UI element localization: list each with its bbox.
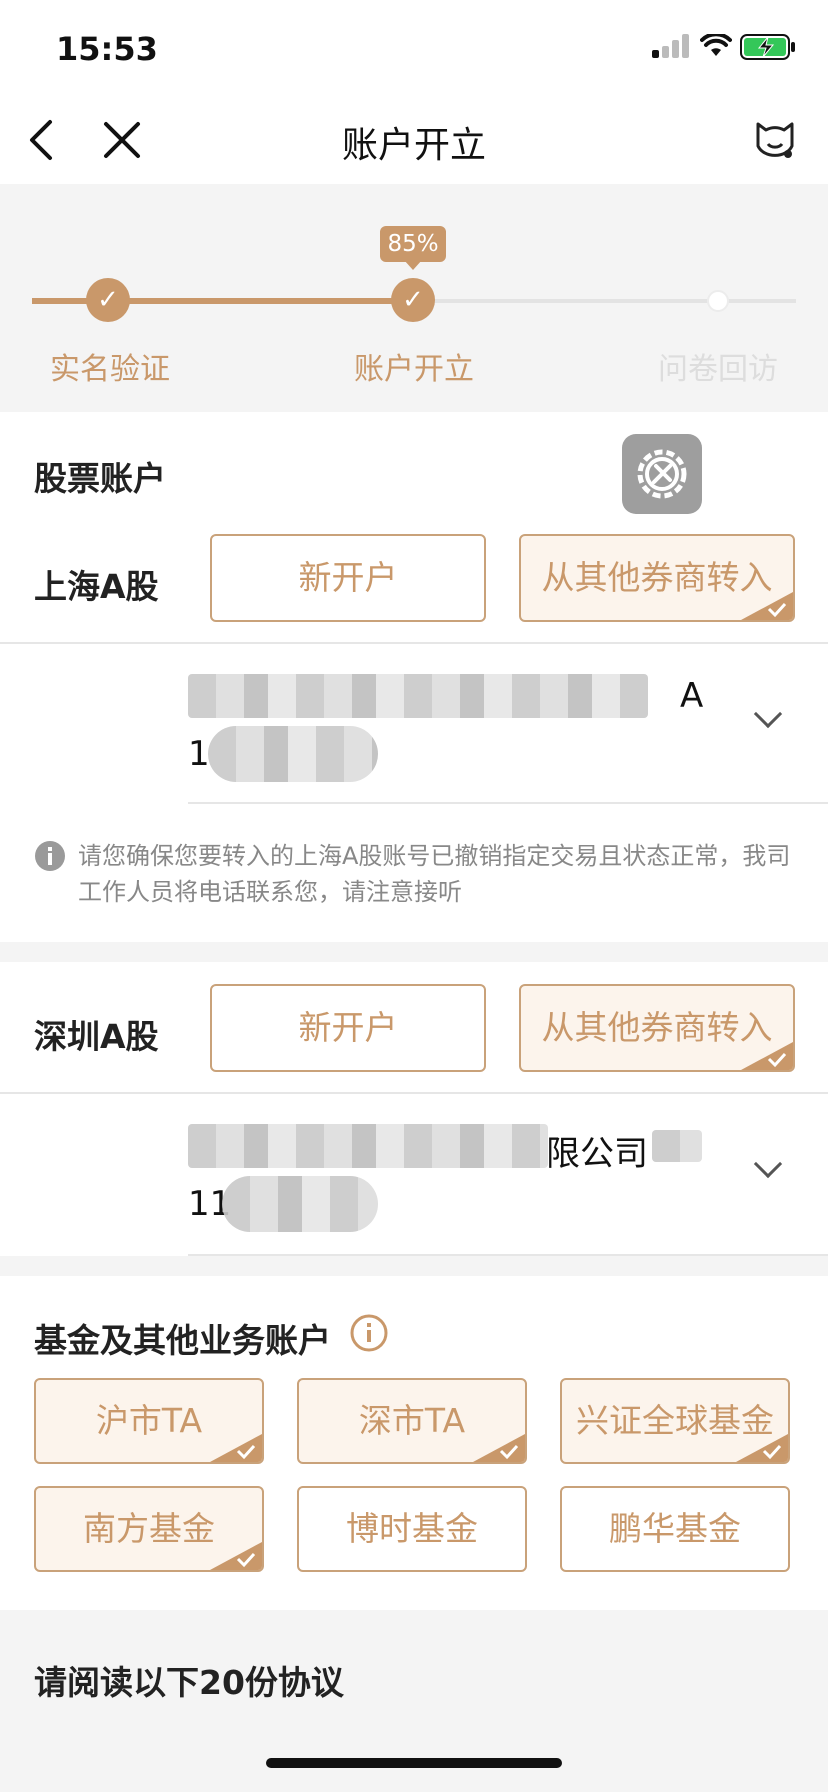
progress-badge-pointer [404,260,422,270]
fund-option-label: 南方基金 [83,1509,215,1548]
sz-a-label: 深圳A股 [34,1017,159,1056]
progress-track-remaining [412,299,796,303]
section-separator-1 [0,942,828,962]
fund-option-sh-ta[interactable]: 沪市TA [34,1378,264,1464]
sh-broker-dropdown-chevron-icon[interactable] [753,699,783,729]
sz-new-account-label: 新开户 [298,1008,398,1047]
sh-new-account-label: 新开户 [298,558,398,597]
fund-option-boshi[interactable]: 博时基金 [297,1486,527,1572]
selected-check-icon [741,592,793,620]
step-2-check-icon: ✓ [391,278,435,322]
sh-broker-suffix: A [680,676,704,716]
wifi-icon [700,34,732,56]
fund-option-penghua[interactable]: 鹏华基金 [560,1486,790,1572]
sh-a-label: 上海A股 [34,567,159,606]
selected-check-icon [473,1434,525,1462]
selected-check-icon [210,1434,262,1462]
settings-tool-icon[interactable] [622,434,702,514]
step-label-2: 账户开立 [354,352,474,387]
sh-account-number-redacted [208,726,378,782]
sz-divider-top [0,1092,828,1094]
sz-transfer-label: 从其他券商转入 [541,1008,773,1047]
fund-option-label: 沪市TA [95,1401,203,1440]
battery-charging-icon [740,34,795,60]
status-time: 15:53 [56,30,158,68]
sh-divider-top [0,642,828,644]
sh-transfer-note: 请您确保您要转入的上海A股账号已撤销指定交易且状态正常，我司工作人员将电话联系您… [78,842,791,906]
selected-check-icon [741,1042,793,1070]
step-3-dot-icon [707,290,729,312]
home-indicator [266,1758,562,1768]
fund-option-nanfang[interactable]: 南方基金 [34,1486,264,1572]
progress-percent-badge: 85% [380,226,446,262]
sh-new-account-button[interactable]: 新开户 [210,534,486,622]
sh-account-prefix: 1 [188,734,210,774]
sz-new-account-button[interactable]: 新开户 [210,984,486,1072]
sz-account-number-redacted [222,1176,378,1232]
selected-check-icon [210,1542,262,1570]
customer-service-icon[interactable] [752,116,798,162]
selected-check-icon [736,1434,788,1462]
sz-broker-name-redacted [188,1124,548,1168]
fund-option-label: 深市TA [358,1401,466,1440]
sz-broker-dropdown-chevron-icon[interactable] [753,1149,783,1179]
agreements-title: 请阅读以下20份协议 [34,1663,344,1702]
fund-option-sz-ta[interactable]: 深市TA [297,1378,527,1464]
section-separator-2 [0,1256,828,1276]
sh-broker-name-redacted [188,674,648,718]
fund-account-title: 基金及其他业务账户 [34,1321,331,1360]
fund-option-label: 鹏华基金 [609,1509,741,1548]
sz-broker-tail-redacted [652,1130,702,1162]
sz-broker-suffix: 限公司 [546,1134,648,1174]
step-label-1: 实名验证 [50,352,170,387]
fund-info-icon[interactable] [350,1314,388,1352]
stock-account-title: 股票账户 [34,459,166,498]
sh-divider-bottom [188,802,828,804]
page-title: 账户开立 [341,125,486,166]
sh-transfer-button[interactable]: 从其他券商转入 [519,534,795,622]
sz-transfer-button[interactable]: 从其他券商转入 [519,984,795,1072]
fund-option-label: 博时基金 [346,1509,478,1548]
step-1-check-icon: ✓ [86,278,130,322]
fund-option-xingzheng[interactable]: 兴证全球基金 [560,1378,790,1464]
cellular-signal-icon [652,34,692,58]
info-icon [35,841,65,871]
sh-transfer-label: 从其他券商转入 [541,558,773,597]
step-label-3: 问卷回访 [658,352,778,387]
